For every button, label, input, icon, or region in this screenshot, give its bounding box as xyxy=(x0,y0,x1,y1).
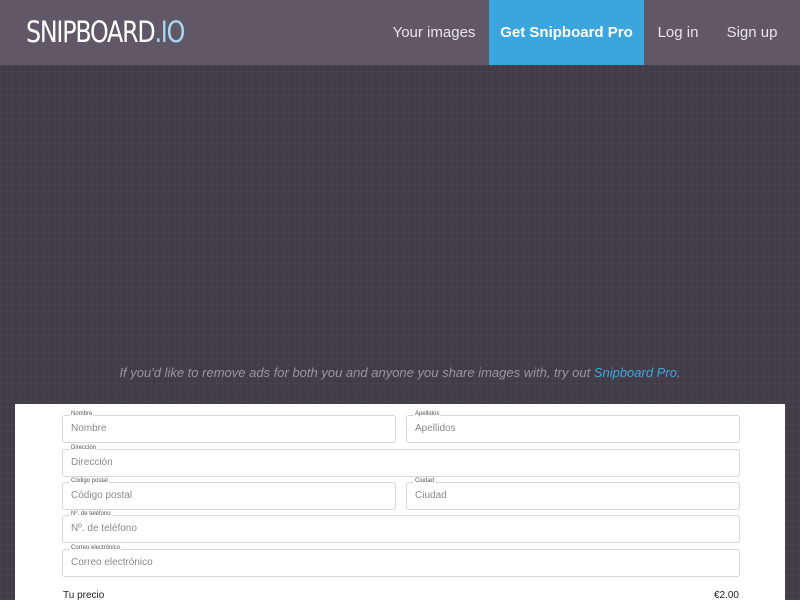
nombre-field[interactable]: Nombre Nombre xyxy=(62,410,396,443)
telefono-label: Nº. de teléfono xyxy=(70,510,112,518)
ciudad-field[interactable]: Ciudad Ciudad xyxy=(406,477,740,510)
snipboard-logo[interactable]: SNIPBOARD.IO xyxy=(26,14,185,50)
direccion-field[interactable]: Dirección Dirección xyxy=(62,444,740,477)
apellidos-label: Apellidos xyxy=(414,410,441,418)
codigo-postal-field[interactable]: Código postal Código postal xyxy=(62,477,396,510)
direccion-placeholder: Dirección xyxy=(71,457,113,468)
promo-text: If you'd like to remove ads for both you… xyxy=(119,365,594,380)
nav-your-images[interactable]: Your images xyxy=(379,0,489,65)
codigo-postal-label: Código postal xyxy=(70,477,109,485)
nav-get-pro-button[interactable]: Get Snipboard Pro xyxy=(489,0,644,65)
nav-log-in[interactable]: Log in xyxy=(644,0,712,65)
codigo-postal-placeholder: Código postal xyxy=(71,490,133,501)
nombre-label: Nombre xyxy=(70,410,94,418)
image-panel: Nombre Nombre Apellidos Apellidos Direcc… xyxy=(15,404,785,600)
logo-suffix: .IO xyxy=(154,15,185,49)
telefono-field[interactable]: Nº. de teléfono Nº. de teléfono xyxy=(62,510,740,543)
ciudad-label: Ciudad xyxy=(414,477,436,485)
telefono-placeholder: Nº. de teléfono xyxy=(71,523,137,534)
promo-end: . xyxy=(676,365,681,380)
correo-label: Correo electrónico xyxy=(70,544,122,552)
promo-message: If you'd like to remove ads for both you… xyxy=(0,365,800,380)
top-navbar: SNIPBOARD.IO Your images Get Snipboard P… xyxy=(0,0,800,65)
price-value: €2.00 xyxy=(713,590,739,600)
logo-main: SNIPBOARD xyxy=(26,15,156,49)
apellidos-placeholder: Apellidos xyxy=(415,423,456,434)
snipboard-pro-link[interactable]: Snipboard Pro xyxy=(594,365,677,380)
nav-sign-up[interactable]: Sign up xyxy=(712,0,792,65)
apellidos-field[interactable]: Apellidos Apellidos xyxy=(406,410,740,443)
nombre-placeholder: Nombre xyxy=(71,423,107,434)
correo-placeholder: Correo electrónico xyxy=(71,557,153,568)
price-label: Tu precio xyxy=(63,590,105,600)
direccion-label: Dirección xyxy=(70,444,98,452)
correo-field[interactable]: Correo electrónico Correo electrónico xyxy=(62,544,740,577)
ciudad-placeholder: Ciudad xyxy=(415,490,447,501)
